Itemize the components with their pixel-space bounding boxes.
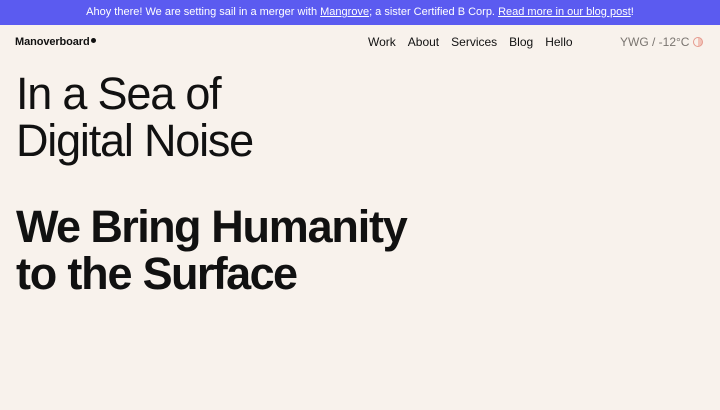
nav-item-work[interactable]: Work (368, 35, 396, 49)
main-nav: Work About Services Blog Hello (368, 35, 573, 49)
blog-post-link[interactable]: Read more in our blog post (498, 6, 631, 18)
announcement-suffix: ! (630, 6, 634, 18)
logo-dot-icon (90, 38, 96, 43)
hero-line-3-rest: Humanity (199, 201, 408, 252)
hero-heading-secondary: We Bring Humanity to the Surface (16, 201, 408, 299)
nav-item-hello[interactable]: Hello (545, 35, 572, 49)
theme-toggle-icon[interactable] (693, 37, 703, 47)
site-header: Manoverboard Work About Services Blog He… (0, 25, 720, 61)
logo-text: Manoverboard (15, 36, 90, 48)
announcement-middle: ; a sister Certified B Corp. (369, 6, 499, 18)
announcement-prefix: Ahoy there! We are setting sail in a mer… (86, 6, 321, 18)
mangrove-link[interactable]: Mangrove (320, 6, 369, 18)
announcement-banner: Ahoy there! We are setting sail in a mer… (0, 0, 720, 25)
hero-line-4-bold: Surface (142, 248, 298, 299)
logo[interactable]: Manoverboard (15, 36, 96, 48)
nav-item-about[interactable]: About (408, 35, 439, 49)
nav-item-blog[interactable]: Blog (509, 35, 533, 49)
hero-line-1: In a Sea of (16, 68, 222, 119)
hero-heading-primary: In a Sea of Digital Noise (16, 68, 254, 166)
weather-readout: YWG / -12°C (620, 35, 690, 49)
hero-line-4-light: to the (16, 248, 143, 299)
hero-line-2: Digital Noise (16, 115, 254, 166)
nav-item-services[interactable]: Services (451, 35, 497, 49)
hero-line-3-bold: We Bring (16, 201, 201, 252)
